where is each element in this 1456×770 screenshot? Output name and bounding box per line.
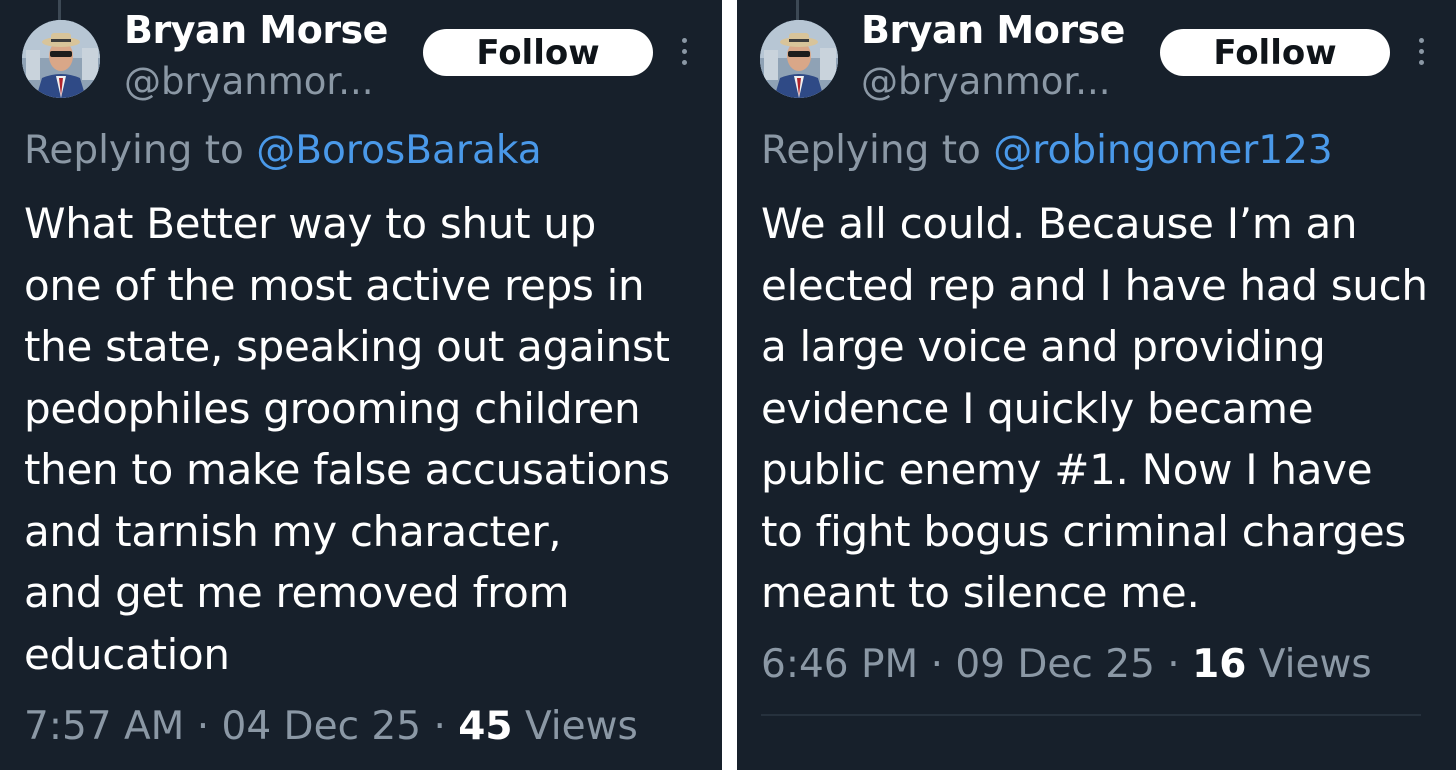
tweet-text-line: public enemy #1. Now I have	[761, 445, 1373, 494]
tweet-card-left: Bryan Morse @bryanmor... Follow Replying…	[0, 0, 722, 770]
thread-connector-line	[58, 0, 61, 22]
tweet-divider	[761, 714, 1421, 716]
author-name[interactable]: Bryan Morse	[124, 8, 388, 52]
tweet-text-line: and get me removed from	[24, 568, 570, 617]
views-label: Views	[524, 704, 638, 749]
author-name[interactable]: Bryan Morse	[861, 8, 1125, 52]
tweet-text-line: evidence I quickly became	[761, 383, 1314, 433]
tweet-text-line: education	[24, 629, 230, 679]
tweet-text-line: and tarnish my character,	[24, 506, 562, 556]
tweet-text-line: elected rep and I have had such	[761, 260, 1428, 310]
author-handle[interactable]: @bryanmor...	[861, 60, 1111, 103]
tweet-text-line: meant to silence me.	[761, 568, 1200, 617]
tweet-text-line: to fight bogus criminal charges	[761, 506, 1406, 556]
meta-separator: ·	[930, 642, 943, 687]
tweet-text-line: pedophiles grooming children	[24, 383, 641, 433]
replying-to-line: Replying to @robingomer123	[761, 128, 1333, 173]
tweet-text-line: then to make false accusations	[24, 445, 670, 494]
tweet-text: We all could. Because I’m an elected rep…	[761, 193, 1428, 624]
reply-mention-link[interactable]: @robingomer123	[993, 128, 1332, 173]
tweet-text-line: one of the most active reps in	[24, 260, 645, 310]
meta-separator: ·	[1167, 642, 1180, 687]
follow-button[interactable]: Follow	[1160, 29, 1390, 76]
tweet-time[interactable]: 6:46 PM	[761, 642, 918, 687]
tweet-text-line: a large voice and providing	[761, 322, 1326, 371]
tweet-text-line: We all could. Because I’m an	[761, 199, 1358, 248]
replying-to-label: Replying to	[761, 128, 981, 173]
vertical-ellipsis-icon[interactable]	[1411, 38, 1431, 68]
tweet-card-right: Bryan Morse @bryanmor... Follow Replying…	[737, 0, 1456, 770]
avatar-photo-icon	[760, 20, 838, 98]
replying-to-label: Replying to	[24, 128, 244, 173]
avatar[interactable]	[760, 20, 838, 98]
tweet-text: What Better way to shut up one of the mo…	[24, 193, 670, 685]
tweet-metadata: 6:46 PM · 09 Dec 25 · 16 Views	[761, 642, 1372, 687]
views-label: Views	[1258, 642, 1372, 687]
tweet-metadata: 7:57 AM · 04 Dec 25 · 45 Views	[24, 704, 638, 749]
tweet-date[interactable]: 04 Dec 25	[222, 704, 422, 749]
replying-to-line: Replying to @BorosBaraka	[24, 128, 542, 173]
tweet-date[interactable]: 09 Dec 25	[955, 642, 1155, 687]
vertical-ellipsis-icon[interactable]	[674, 38, 694, 68]
meta-separator: ·	[433, 704, 446, 749]
author-handle[interactable]: @bryanmor...	[124, 60, 374, 103]
views-count[interactable]: 16	[1192, 642, 1246, 687]
avatar-photo-icon	[22, 20, 100, 98]
tweet-text-line: the state, speaking out against	[24, 322, 670, 371]
tweet-text-line: What Better way to shut up	[24, 199, 596, 248]
avatar[interactable]	[22, 20, 100, 98]
reply-mention-link[interactable]: @BorosBaraka	[256, 128, 541, 173]
views-count[interactable]: 45	[458, 704, 512, 749]
meta-separator: ·	[196, 704, 210, 749]
tweet-time[interactable]: 7:57 AM	[24, 704, 184, 749]
thread-connector-line	[796, 0, 799, 22]
follow-button[interactable]: Follow	[423, 29, 653, 76]
